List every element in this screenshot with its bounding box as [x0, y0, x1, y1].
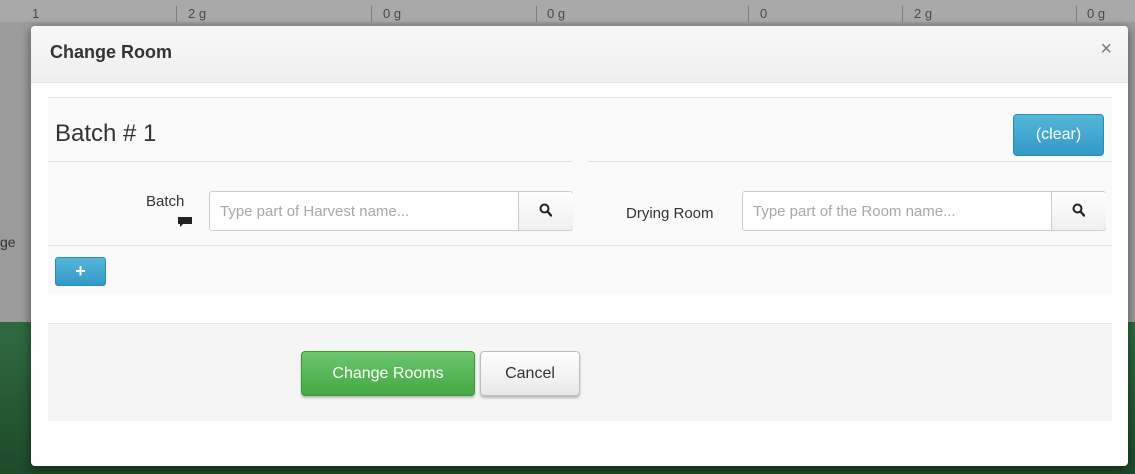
batch-search-button[interactable]	[518, 192, 573, 230]
background-table-header: 1 2 g 0 g 0 g 0 2 g 0 g	[0, 0, 1135, 22]
background-cell: 2 g	[188, 6, 207, 21]
room-search-button[interactable]	[1051, 192, 1106, 230]
background-edge-text: ge	[0, 234, 16, 250]
background-cell: 0 g	[1087, 6, 1106, 21]
drying-room-label: Drying Room	[626, 205, 714, 222]
modal-footer: Change Rooms Cancel	[48, 323, 1112, 421]
modal-title: Change Room	[50, 42, 173, 62]
room-input-group	[742, 191, 1106, 231]
close-icon[interactable]: ×	[1100, 38, 1112, 61]
cancel-button[interactable]: Cancel	[480, 351, 580, 396]
batch-label: Batch	[146, 193, 185, 210]
background-divider	[371, 6, 372, 22]
batch-input-group	[209, 191, 573, 231]
background-divider	[536, 6, 537, 22]
background-cell: 0 g	[383, 6, 402, 21]
comment-icon[interactable]	[178, 217, 192, 227]
background-cell: 0	[760, 6, 768, 21]
batch-panel: Batch # 1 (clear) Batch Drying Room	[48, 97, 1112, 294]
background-cell: 2 g	[914, 6, 933, 21]
background-cell: 0 g	[547, 6, 566, 21]
background-cell: 1	[32, 6, 40, 21]
divider	[588, 161, 1112, 162]
background-divider	[902, 6, 903, 22]
add-batch-button[interactable]: +	[55, 257, 106, 286]
background-divider	[176, 6, 177, 22]
search-icon	[1072, 203, 1085, 217]
modal-header: Change Room ×	[31, 26, 1128, 83]
change-rooms-button[interactable]: Change Rooms	[301, 351, 475, 396]
room-search-input[interactable]	[743, 192, 1051, 230]
background-divider	[1076, 6, 1077, 22]
batch-title: Batch # 1	[55, 120, 157, 147]
change-room-modal: Change Room × Batch # 1 (clear) Batch Dr…	[31, 26, 1128, 466]
search-icon	[539, 203, 552, 217]
divider	[48, 161, 572, 162]
clear-button[interactable]: (clear)	[1013, 114, 1104, 156]
batch-search-input[interactable]	[210, 192, 518, 230]
plus-icon: +	[75, 261, 86, 281]
divider	[48, 245, 1112, 246]
background-divider	[748, 6, 749, 22]
